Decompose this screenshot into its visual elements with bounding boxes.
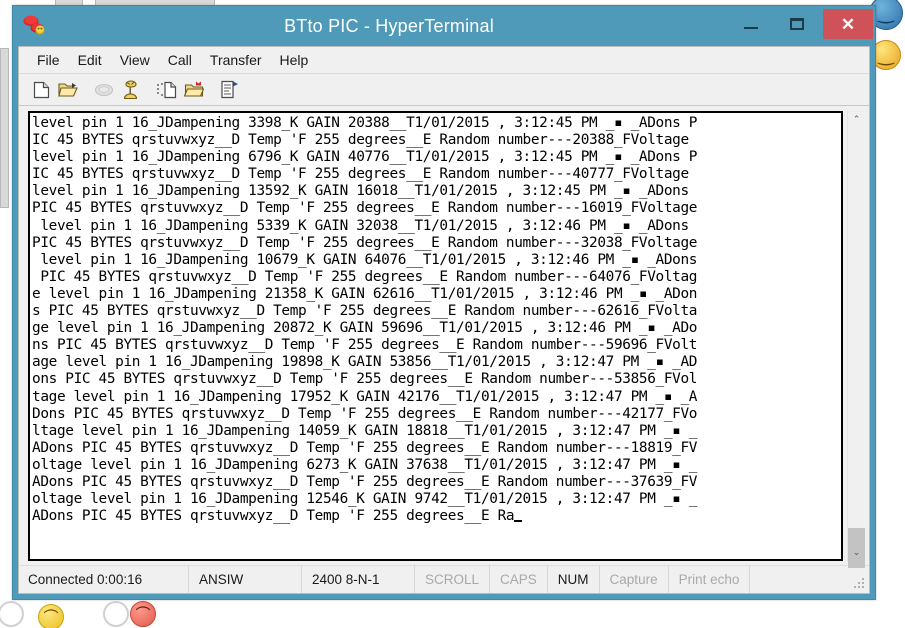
terminal-line: level pin 1 16_JDampening 6796_K GAIN 40… — [32, 149, 841, 166]
close-icon: ✕ — [841, 16, 855, 33]
terminal-line: e level pin 1 16_JDampening 21358_K GAIN… — [32, 286, 841, 303]
terminal-line: ge level pin 1 16_JDampening 20872_K GAI… — [32, 320, 841, 337]
terminal-output[interactable]: level pin 1 16_JDampening 3398_K GAIN 20… — [28, 111, 843, 561]
status-bar: Connected 0:00:16 ANSIW 2400 8-N-1 SCROL… — [19, 565, 869, 593]
terminal-line: IC 45 BYTES qrstuvwxyz__D Temp 'F 255 de… — [32, 166, 841, 183]
resize-grip-icon[interactable] — [854, 578, 866, 590]
open-file-button[interactable] — [56, 78, 80, 102]
new-connection-button[interactable] — [29, 78, 53, 102]
terminal-line: ADons PIC 45 BYTES qrstuvwxyz__D Temp 'F… — [32, 440, 841, 457]
status-connected: Connected 0:00:16 — [19, 566, 189, 593]
terminal-line: tage level pin 1 16_JDampening 17952_K G… — [32, 389, 841, 406]
status-caps[interactable]: CAPS — [490, 566, 548, 593]
terminal-line: level pin 1 16_JDampening 10679_K GAIN 6… — [32, 252, 841, 269]
maximize-button[interactable] — [775, 9, 819, 39]
terminal-line: level pin 1 16_JDampening 13592_K GAIN 1… — [32, 183, 841, 200]
window-client-area: File Edit View Call Transfer Help — [18, 46, 870, 594]
receive-file-button[interactable] — [182, 78, 206, 102]
terminal-line: s PIC 45 BYTES qrstuvwxyz__D Temp 'F 255… — [32, 303, 841, 320]
minimize-button[interactable] — [729, 9, 773, 39]
hyperterminal-window: BTto PIC - HyperTerminal ✕ File Edit Vie… — [12, 5, 876, 600]
disconnect-phone-icon — [94, 82, 114, 98]
vertical-scrollbar[interactable]: ⌃ ⌄ — [847, 111, 864, 561]
terminal-line: PIC 45 BYTES qrstuvwxyz__D Temp 'F 255 d… — [32, 200, 841, 217]
status-scroll[interactable]: SCROLL — [415, 566, 490, 593]
terminal-line: ADons PIC 45 BYTES qrstuvwxyz__D Temp 'F… — [32, 508, 841, 525]
disconnect-button[interactable] — [92, 78, 116, 102]
terminal-line: level pin 1 16_JDampening 5339_K GAIN 32… — [32, 218, 841, 235]
terminal-line: age level pin 1 16_JDampening 19898_K GA… — [32, 354, 841, 371]
new-connection-icon — [33, 81, 50, 99]
status-line-settings: 2400 8-N-1 — [302, 566, 415, 593]
terminal-line: IC 45 BYTES qrstuvwxyz__D Temp 'F 255 de… — [32, 132, 841, 149]
open-folder-icon — [58, 81, 78, 99]
terminal-line: oltage level pin 1 16_JDampening 12546_K… — [32, 491, 841, 508]
background-smiley-sad: ⌒ — [38, 604, 64, 628]
terminal-line: level pin 1 16_JDampening 3398_K GAIN 20… — [32, 115, 841, 132]
terminal-text: level pin 1 16_JDampening 3398_K GAIN 20… — [32, 115, 841, 525]
background-circle-outline — [0, 601, 24, 627]
terminal-cursor — [514, 520, 522, 522]
title-bar[interactable]: BTto PIC - HyperTerminal ✕ — [13, 6, 875, 46]
status-filler — [750, 566, 869, 593]
tool-bar — [19, 74, 869, 106]
scroll-down-arrow-icon[interactable]: ⌄ — [848, 544, 865, 561]
terminal-line: ons PIC 45 BYTES qrstuvwxyz__D Temp 'F 2… — [32, 371, 841, 388]
status-emulation: ANSIW — [189, 566, 302, 593]
menu-bar: File Edit View Call Transfer Help — [19, 47, 869, 74]
menu-item-help[interactable]: Help — [271, 50, 318, 71]
terminal-line: ADons PIC 45 BYTES qrstuvwxyz__D Temp 'F… — [32, 474, 841, 491]
minimize-icon — [744, 27, 758, 29]
terminal-line: PIC 45 BYTES qrstuvwxyz__D Temp 'F 255 d… — [32, 235, 841, 252]
terminal-area: level pin 1 16_JDampening 3398_K GAIN 20… — [19, 106, 869, 565]
terminal-line: ns PIC 45 BYTES qrstuvwxyz__D Temp 'F 25… — [32, 337, 841, 354]
status-num[interactable]: NUM — [548, 566, 600, 593]
status-capture[interactable]: Capture — [600, 566, 669, 593]
receive-file-icon — [184, 81, 204, 99]
background-circle-outline — [103, 601, 129, 627]
scrollbar-track[interactable] — [848, 128, 864, 544]
close-button[interactable]: ✕ — [823, 9, 873, 39]
status-print-echo[interactable]: Print echo — [669, 566, 751, 593]
maximize-icon — [790, 18, 804, 30]
call-button[interactable] — [119, 78, 143, 102]
menu-item-edit[interactable]: Edit — [69, 50, 111, 71]
menu-item-call[interactable]: Call — [159, 50, 201, 71]
properties-button[interactable] — [218, 78, 242, 102]
menu-item-view[interactable]: View — [111, 50, 159, 71]
send-file-icon — [157, 81, 177, 99]
menu-item-transfer[interactable]: Transfer — [201, 50, 271, 71]
terminal-line: PIC 45 BYTES qrstuvwxyz__D Temp 'F 255 d… — [32, 269, 841, 286]
call-phone-icon — [122, 80, 140, 100]
background-smiley-angry: ⌒ — [130, 601, 156, 627]
terminal-line: Dons PIC 45 BYTES qrstuvwxyz__D Temp 'F … — [32, 406, 841, 423]
scroll-up-arrow-icon[interactable]: ⌃ — [848, 111, 865, 128]
hyperterminal-icon — [22, 14, 48, 38]
properties-icon — [220, 80, 240, 99]
terminal-line: ltage level pin 1 16_JDampening 14059_K … — [32, 423, 841, 440]
background-window-strip — [0, 48, 9, 208]
terminal-line: oltage level pin 1 16_JDampening 6273_K … — [32, 457, 841, 474]
send-file-button[interactable] — [155, 78, 179, 102]
menu-item-file[interactable]: File — [28, 50, 69, 71]
